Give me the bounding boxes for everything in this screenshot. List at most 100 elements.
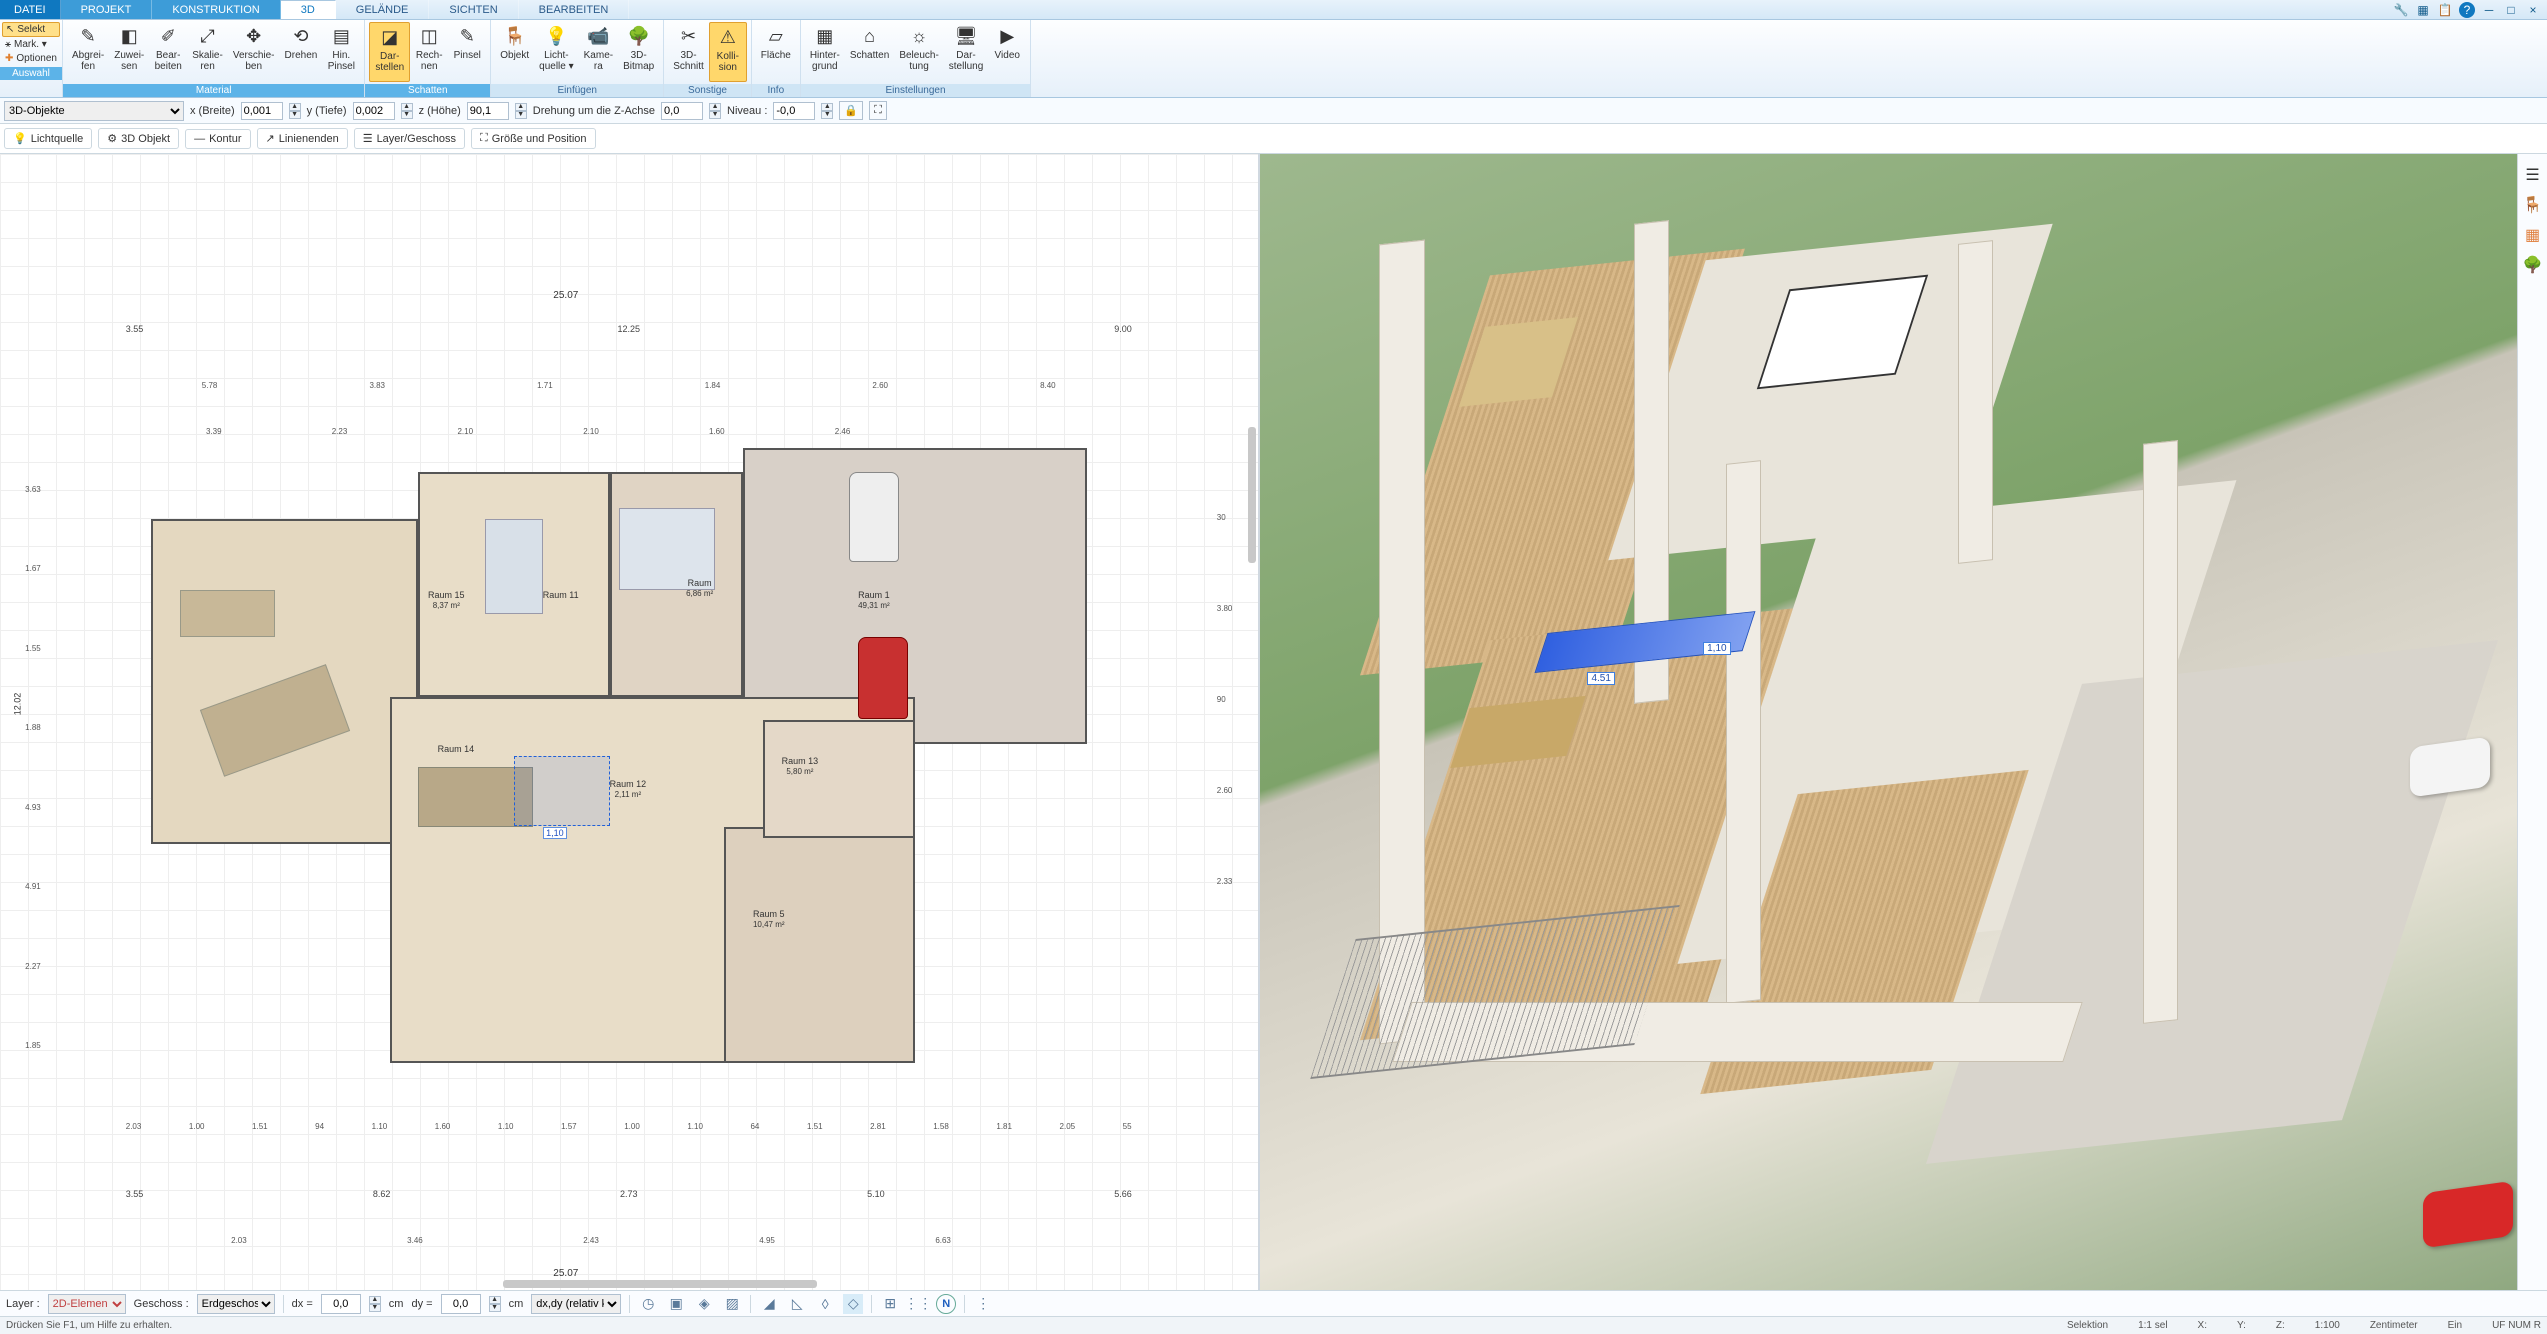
tab-datei[interactable]: DATEI [0, 0, 61, 19]
car-white-3d [2410, 736, 2490, 797]
x-up[interactable]: ▲ [289, 103, 301, 111]
ribbon-beleuchtung-button[interactable]: ☼Beleuch-tung [894, 22, 943, 82]
tool-icon[interactable]: ◺ [787, 1294, 807, 1314]
layer-button[interactable]: ☰Layer/Geschoss [354, 128, 465, 149]
ribbon-objekt-button[interactable]: 🪑Objekt [495, 22, 534, 82]
lichtquelle-button[interactable]: 💡Lichtquelle [4, 128, 92, 149]
ribbon-dschnitt-button[interactable]: ✂3D-Schnitt [668, 22, 709, 82]
tool-icon[interactable]: ▨ [722, 1294, 742, 1314]
minimize-icon[interactable]: ─ [2481, 2, 2497, 18]
tool-icon[interactable]: ◇ [843, 1294, 863, 1314]
x-input[interactable] [241, 102, 283, 120]
ribbon-darstellen-button[interactable]: ◪Dar-stellen [369, 22, 410, 82]
dims-bottom: 3.558.622.735.105.66 [126, 1189, 1132, 1199]
ribbon-icon: ▤ [329, 24, 353, 48]
tab-bearbeiten[interactable]: BEARBEITEN [519, 0, 630, 19]
side-tools: ☰ 🪑 ▦ 🌳 [2517, 154, 2547, 1290]
2d-view[interactable]: 3.5512.259.00 5.783.831.711.842.608.40 3… [0, 154, 1260, 1290]
light-icon: 💡 [13, 132, 27, 145]
kontur-button[interactable]: —Kontur [185, 129, 250, 149]
more-icon[interactable]: ⋮ [973, 1294, 993, 1314]
north-icon[interactable]: N [936, 1294, 956, 1314]
ribbon-verschieben-button[interactable]: ✥Verschie-ben [228, 22, 280, 82]
layers-icon[interactable]: ☰ [2522, 164, 2544, 186]
mark-button[interactable]: ⚹Mark. ▾ [2, 38, 60, 51]
size-button[interactable]: ⛶Größe und Position [471, 128, 595, 149]
geschoss-label: Geschoss : [134, 1298, 189, 1310]
x-down[interactable]: ▼ [289, 111, 301, 119]
dy-input[interactable] [441, 1294, 481, 1314]
tool-icon[interactable]: 📋 [2437, 2, 2453, 18]
close-icon[interactable]: × [2525, 2, 2541, 18]
ribbon-icon: 💡 [544, 24, 568, 48]
y-input[interactable] [353, 102, 395, 120]
ribbon-icon: 🪑 [503, 24, 527, 48]
ribbon-darstellung-button[interactable]: 🖥Dar-stellung [944, 22, 988, 82]
ribbon-rechnen-button[interactable]: ◫Rech-nen [410, 22, 448, 82]
ribbon-lichtquelle-button[interactable]: 💡Licht-quelle ▾ [534, 22, 579, 82]
ribbon-drehen-button[interactable]: ⟲Drehen [280, 22, 323, 82]
rotation-input[interactable] [661, 102, 703, 120]
tool-icon[interactable]: ◢ [759, 1294, 779, 1314]
ribbon-skalieren-button[interactable]: ⤢Skalie-ren [187, 22, 228, 82]
arrow-icon: ↗ [266, 132, 275, 145]
ribbon-schatten-button[interactable]: ⌂Schatten [845, 22, 894, 82]
y-label: y (Tiefe) [307, 105, 347, 117]
mark-icon: ⚹ [5, 39, 11, 50]
ribbon-zuweisen-button[interactable]: ◧Zuwei-sen [109, 22, 149, 82]
3dobjekt-button[interactable]: ⚙3D Objekt [98, 128, 179, 149]
ribbon-abgreifen-button[interactable]: ✎Abgrei-fen [67, 22, 109, 82]
expand-icon[interactable]: ⛶ [869, 101, 887, 120]
ribbon-flche-button[interactable]: ▱Fläche [756, 22, 796, 82]
linienenden-button[interactable]: ↗Linienenden [257, 128, 348, 149]
object-type-select[interactable]: 3D-Objekte [4, 101, 184, 121]
x-label: x (Breite) [190, 105, 235, 117]
ribbon-kamera-button[interactable]: 📹Kame-ra [579, 22, 618, 82]
palette-icon[interactable]: ▦ [2522, 224, 2544, 246]
tool-icon[interactable]: 🔧 [2393, 2, 2409, 18]
tab-konstruktion[interactable]: KONSTRUKTION [152, 0, 280, 19]
selection-marker[interactable]: 1,10 [514, 756, 610, 827]
mode-select[interactable]: dx,dy (relativ ka [531, 1294, 621, 1314]
z-input[interactable] [467, 102, 509, 120]
tab-sichten[interactable]: SICHTEN [429, 0, 518, 19]
hscroll[interactable] [503, 1280, 817, 1288]
ribbon-icon: ⟲ [289, 24, 313, 48]
tool-icon[interactable]: ◈ [694, 1294, 714, 1314]
help-icon[interactable]: ? [2459, 2, 2475, 18]
ribbon-video-button[interactable]: ▶Video [988, 22, 1026, 82]
vscroll[interactable] [1248, 427, 1256, 563]
lock-icon[interactable]: 🔒 [839, 101, 863, 120]
tab-projekt[interactable]: PROJEKT [61, 0, 153, 19]
grid-icon[interactable]: ⊞ [880, 1294, 900, 1314]
ribbon-icon: ◧ [117, 24, 141, 48]
niveau-input[interactable] [773, 102, 815, 120]
ribbon-pinsel-button[interactable]: ✎Pinsel [448, 22, 486, 82]
property-bar: 3D-Objekte x (Breite) ▲▼ y (Tiefe) ▲▼ z … [0, 98, 2547, 124]
plus-icon: ✚ [5, 53, 13, 64]
ribbon-hinpinsel-button[interactable]: ▤Hin.Pinsel [322, 22, 360, 82]
tool-icon[interactable]: ▣ [666, 1294, 686, 1314]
ribbon-hintergrund-button[interactable]: ▦Hinter-grund [805, 22, 845, 82]
dx-input[interactable] [321, 1294, 361, 1314]
tab-gelaende[interactable]: GELÄNDE [336, 0, 430, 19]
maximize-icon[interactable]: □ [2503, 2, 2519, 18]
tool-icon[interactable]: ◊ [815, 1294, 835, 1314]
layer-select[interactable]: 2D-Elemen [48, 1294, 126, 1314]
ribbon-icon: ✥ [242, 24, 266, 48]
dots-icon[interactable]: ⋮⋮ [908, 1294, 928, 1314]
selekt-button[interactable]: ↖Selekt [2, 22, 60, 37]
ribbon-bearbeiten-button[interactable]: ✐Bear-beiten [149, 22, 187, 82]
ribbon-kollision-button[interactable]: ⚠Kolli-sion [709, 22, 747, 82]
tree-icon[interactable]: 🌳 [2522, 254, 2544, 276]
clock-icon[interactable]: ◷ [638, 1294, 658, 1314]
tool-icon[interactable]: ▦ [2415, 2, 2431, 18]
ribbon-icon: ✎ [76, 24, 100, 48]
3d-view[interactable]: 4.51 1,10 [1260, 154, 2518, 1290]
chair-icon[interactable]: 🪑 [2522, 194, 2544, 216]
tab-3d[interactable]: 3D [281, 0, 336, 19]
ribbon-dbitmap-button[interactable]: 🌳3D-Bitmap [618, 22, 659, 82]
optionen-button[interactable]: ✚Optionen [2, 52, 60, 65]
ribbon-icon: ▱ [764, 24, 788, 48]
geschoss-select[interactable]: Erdgeschos [197, 1294, 275, 1314]
